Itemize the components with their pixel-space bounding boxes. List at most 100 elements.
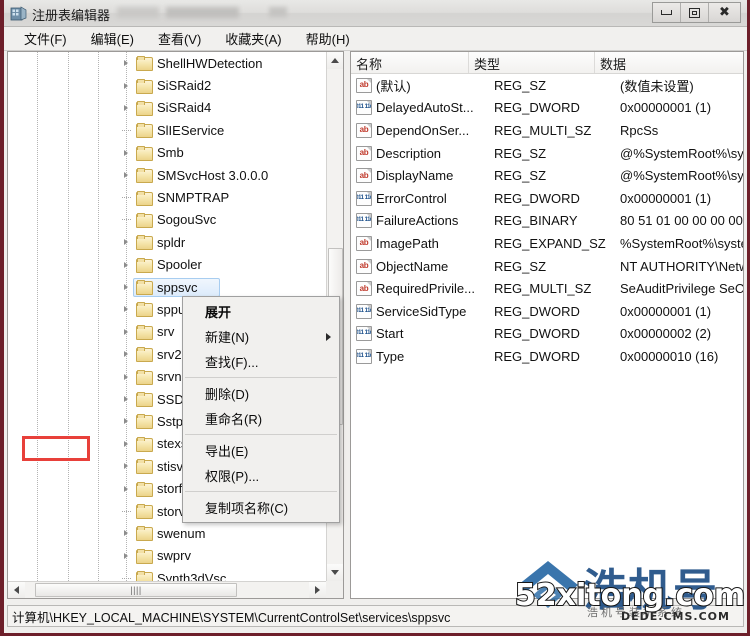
- scroll-up-button[interactable]: [327, 52, 343, 69]
- expand-arrow-icon[interactable]: [121, 551, 131, 561]
- ctx-find[interactable]: 查找(F)...: [183, 349, 339, 374]
- value-data: SeAuditPrivilege SeChange: [620, 281, 743, 297]
- column-header-type[interactable]: 类型: [469, 52, 595, 73]
- dotted-connector-icon: [121, 197, 131, 199]
- expand-arrow-icon[interactable]: [121, 282, 131, 292]
- tree-item-content[interactable]: Spooler: [136, 257, 202, 273]
- value-row[interactable]: 011 110 Start REG_DWORD 0x00000002 (2): [351, 323, 743, 346]
- scroll-right-button[interactable]: [309, 582, 326, 598]
- expand-arrow-icon[interactable]: [121, 416, 131, 426]
- ctx-delete[interactable]: 删除(D): [183, 381, 339, 406]
- value-row[interactable]: abDisplayName REG_SZ @%SystemRoot%\system3: [351, 164, 743, 187]
- tree-item-synth3dvsc[interactable]: Synth3dVsc: [8, 567, 326, 581]
- expand-arrow-icon[interactable]: [121, 327, 131, 337]
- minimize-button[interactable]: [653, 3, 681, 22]
- expand-arrow-icon[interactable]: [121, 439, 131, 449]
- value-name: Type: [376, 348, 405, 364]
- tree-item-spooler[interactable]: Spooler: [8, 254, 326, 276]
- tree-item-label: ShellHWDetection: [157, 55, 263, 71]
- tree-item-content[interactable]: SogouSvc: [136, 212, 216, 228]
- expand-arrow-icon[interactable]: [121, 372, 131, 382]
- menu-edit[interactable]: 编辑(E): [81, 27, 144, 51]
- expand-arrow-icon[interactable]: [121, 394, 131, 404]
- triangle-up-icon: [331, 58, 339, 63]
- ctx-rename[interactable]: 重命名(R): [183, 406, 339, 431]
- maximize-button[interactable]: [681, 3, 709, 22]
- tree-item-content[interactable]: storflt: [136, 481, 189, 497]
- tree-item-content[interactable]: Synth3dVsc: [136, 571, 226, 581]
- tree-item-content[interactable]: SNMPTRAP: [136, 190, 229, 206]
- value-row[interactable]: ab RequiredPrivile... REG_MULTI_SZ SeAuditP…: [351, 277, 743, 300]
- title-bar[interactable]: 注册表编辑器 ✖: [4, 0, 747, 27]
- tree-item-content[interactable]: spldr: [136, 235, 185, 251]
- tree-item-content[interactable]: ShellHWDetection: [136, 55, 263, 72]
- tree-item-swprv[interactable]: swprv: [8, 545, 326, 567]
- tree-item-spldr[interactable]: spldr: [8, 231, 326, 253]
- tree-item-sogousvc[interactable]: SogouSvc: [8, 209, 326, 231]
- close-button[interactable]: ✖: [709, 3, 740, 22]
- ctx-permissions[interactable]: 权限(P)...: [183, 463, 339, 488]
- value-row[interactable]: 011 110 DelayedAutoSt... REG_DWORD 0x000000…: [351, 97, 743, 120]
- tree-item-sppsvc[interactable]: sppsvc: [8, 276, 326, 298]
- tree-item-smsvchost-3-0-0-0[interactable]: SMSvcHost 3.0.0.0: [8, 164, 326, 186]
- ctx-new[interactable]: 新建(N): [183, 324, 339, 349]
- menu-view[interactable]: 查看(V): [148, 27, 211, 51]
- tree-item-sisraid4[interactable]: SiSRaid4: [8, 97, 326, 119]
- content-area: ShellHWDetection SiSRaid2 SiSRaid4 SlIEServ…: [4, 51, 747, 602]
- tree-item-content[interactable]: sppsvc: [133, 277, 221, 297]
- tree-item-slieservice[interactable]: SlIEService: [8, 119, 326, 141]
- expand-arrow-icon[interactable]: [121, 484, 131, 494]
- expand-arrow-icon[interactable]: [121, 528, 131, 538]
- value-row[interactable]: abObjectName REG_SZ NT AUTHORITY\NetworkS: [351, 255, 743, 278]
- tree-item-shellhwdetection[interactable]: ShellHWDetection: [8, 52, 326, 74]
- menu-favorites[interactable]: 收藏夹(A): [215, 27, 291, 51]
- menu-file[interactable]: 文件(F): [14, 27, 77, 51]
- tree-item-sisraid2[interactable]: SiSRaid2: [8, 74, 326, 96]
- tree-item-content[interactable]: srv2: [136, 347, 182, 363]
- expand-arrow-icon[interactable]: [121, 170, 131, 180]
- ctx-expand[interactable]: 展开: [183, 299, 339, 324]
- triangle-right-icon: [124, 418, 128, 425]
- tree-item-content[interactable]: Smb: [136, 145, 184, 161]
- tree-item-content[interactable]: SiSRaid4: [136, 100, 211, 116]
- value-row[interactable]: ab ImagePath REG_EXPAND_SZ %SystemRoot%\sys…: [351, 232, 743, 255]
- menu-help[interactable]: 帮助(H): [296, 27, 360, 51]
- tree-item-content[interactable]: swprv: [136, 548, 191, 564]
- expand-arrow-icon[interactable]: [121, 304, 131, 314]
- folder-icon: [136, 369, 153, 385]
- tree-item-swenum[interactable]: swenum: [8, 522, 326, 544]
- tree-horizontal-scrollbar-thumb[interactable]: ||||: [35, 583, 237, 597]
- value-row[interactable]: ab DependOnSer... REG_MULTI_SZ RpcSs: [351, 119, 743, 142]
- value-row[interactable]: 011 110 Type REG_DWORD 0x00000010 (16): [351, 345, 743, 368]
- expand-arrow-icon[interactable]: [121, 103, 131, 113]
- tree-item-content[interactable]: SiSRaid2: [136, 78, 211, 94]
- expand-arrow-icon[interactable]: [121, 237, 131, 247]
- column-header-data[interactable]: 数据: [595, 52, 743, 73]
- tree-item-content[interactable]: SlIEService: [136, 123, 224, 139]
- value-row[interactable]: ab (默认) REG_SZ (数值未设置): [351, 74, 743, 97]
- expand-arrow-icon[interactable]: [121, 58, 131, 68]
- context-menu[interactable]: 展开 新建(N) 查找(F)... 删除(D) 重命名(R) 导出(E) 权限(P)... 复…: [182, 296, 340, 523]
- value-row[interactable]: 011 110 ServiceSidType REG_DWORD 0x00000001…: [351, 300, 743, 323]
- scroll-down-button[interactable]: [327, 564, 343, 581]
- registry-values-pane[interactable]: 名称 类型 数据 ab (默认) REG_SZ (数值未设置) 011 110 Delay…: [350, 51, 744, 599]
- column-header-name[interactable]: 名称: [351, 52, 469, 73]
- scroll-left-button[interactable]: [8, 582, 25, 598]
- ctx-export[interactable]: 导出(E): [183, 438, 339, 463]
- tree-item-content[interactable]: SMSvcHost 3.0.0.0: [136, 168, 268, 184]
- tree-item-smb[interactable]: Smb: [8, 142, 326, 164]
- value-row[interactable]: 011 110 ErrorControl REG_DWORD 0x00000001 (…: [351, 187, 743, 210]
- value-row[interactable]: 011 110 FailureActions REG_BINARY 80 51 01 …: [351, 210, 743, 233]
- tree-item-snmptrap[interactable]: SNMPTRAP: [8, 186, 326, 208]
- value-row[interactable]: abDescription REG_SZ @%SystemRoot%\system3: [351, 142, 743, 165]
- expand-arrow-icon[interactable]: [121, 349, 131, 359]
- tree-horizontal-scrollbar[interactable]: ||||: [8, 581, 326, 598]
- ctx-copy-key-name[interactable]: 复制项名称(C): [183, 495, 339, 520]
- tree-item-content[interactable]: srv: [136, 324, 174, 340]
- expand-arrow-icon[interactable]: [121, 148, 131, 158]
- registry-values-list[interactable]: ab (默认) REG_SZ (数值未设置) 011 110 DelayedAutoSt.…: [351, 74, 743, 598]
- expand-arrow-icon[interactable]: [121, 461, 131, 471]
- expand-arrow-icon[interactable]: [121, 260, 131, 270]
- tree-item-content[interactable]: swenum: [136, 526, 205, 542]
- expand-arrow-icon[interactable]: [121, 81, 131, 91]
